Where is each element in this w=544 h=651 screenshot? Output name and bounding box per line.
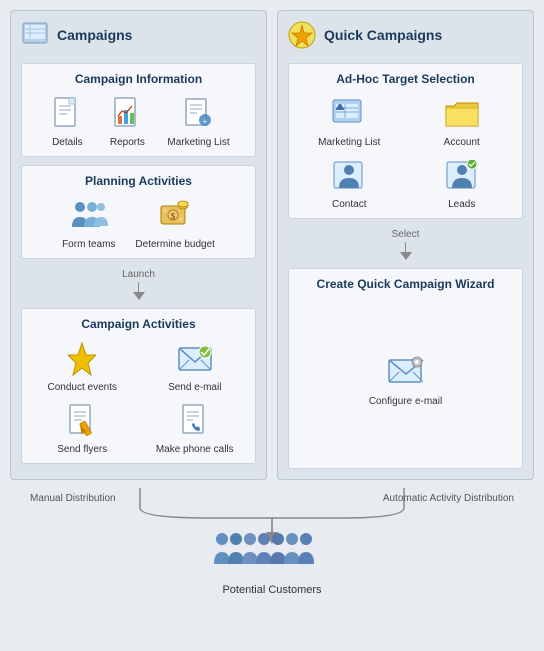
bottom-section: Manual Distribution Automatic Activity D… — [10, 488, 534, 638]
distribution-labels: Manual Distribution Automatic Activity D… — [10, 493, 534, 504]
top-section: Campaigns Campaign Information — [10, 10, 534, 480]
manual-dist-label: Manual Distribution — [30, 493, 116, 504]
quick-campaigns-header: Quick Campaigns — [288, 21, 523, 55]
budget-icon: $ — [155, 196, 195, 236]
send-email-item: Send e-mail — [168, 339, 221, 393]
details-label: Details — [52, 137, 83, 148]
campaign-info-icons: Details Report — [30, 94, 247, 148]
adhoc-contact-icon — [329, 156, 369, 196]
adhoc-account-icon — [442, 94, 482, 134]
marketing-list-label: Marketing List — [167, 137, 229, 148]
adhoc-mkt-list-item: Marketing List — [318, 94, 380, 148]
form-teams-icon — [69, 196, 109, 236]
svg-text:+: + — [202, 117, 207, 126]
campaigns-panel-icon — [21, 21, 49, 49]
left-panel: Campaigns Campaign Information — [10, 10, 267, 480]
main-container: Campaigns Campaign Information — [0, 0, 544, 651]
send-email-icon — [175, 339, 215, 379]
send-email-label: Send e-mail — [168, 382, 221, 393]
adhoc-title: Ad-Hoc Target Selection — [297, 72, 514, 86]
campaign-info-title: Campaign Information — [30, 72, 247, 86]
campaigns-title: Campaigns — [57, 27, 132, 43]
wizard-title: Create Quick Campaign Wizard — [297, 277, 514, 291]
send-flyers-label: Send flyers — [57, 444, 107, 455]
customers-icon — [212, 524, 332, 579]
activities-icons: Conduct events — [30, 339, 247, 455]
activities-section: Campaign Activities Conduct events — [21, 308, 256, 464]
marketing-list-icon: + — [179, 94, 219, 134]
quick-campaigns-title: Quick Campaigns — [324, 27, 442, 43]
adhoc-contact-item: Contact — [329, 156, 369, 210]
campaigns-header: Campaigns — [21, 21, 256, 55]
form-teams-label: Form teams — [62, 239, 115, 250]
select-arrow: Select — [288, 227, 523, 260]
details-icon — [47, 94, 87, 134]
phone-calls-icon — [175, 401, 215, 441]
launch-arrow: Launch — [21, 267, 256, 300]
svg-text:$: $ — [171, 212, 176, 221]
planning-title: Planning Activities — [30, 174, 247, 188]
budget-label: Determine budget — [135, 239, 215, 250]
adhoc-mkt-list-icon — [329, 94, 369, 134]
configure-email-label: Configure e-mail — [369, 396, 442, 407]
right-panel: Quick Campaigns Ad-Hoc Target Selection — [277, 10, 534, 480]
reports-icon — [107, 94, 147, 134]
configure-email-icon — [386, 353, 426, 393]
adhoc-contact-label: Contact — [332, 199, 366, 210]
auto-dist-label: Automatic Activity Distribution — [383, 493, 514, 504]
wizard-icons: Configure e-mail — [297, 353, 514, 407]
quick-campaigns-panel-icon — [288, 21, 316, 49]
select-label: Select — [392, 227, 420, 242]
adhoc-section: Ad-Hoc Target Selection — [288, 63, 523, 219]
customers-label: Potential Customers — [222, 584, 321, 596]
phone-calls-item: Make phone calls — [156, 401, 234, 455]
planning-section: Planning Activities — [21, 165, 256, 259]
conduct-events-label: Conduct events — [48, 382, 118, 393]
launch-label: Launch — [122, 267, 155, 282]
adhoc-leads-label: Leads — [448, 199, 475, 210]
conduct-events-item: Conduct events — [48, 339, 118, 393]
adhoc-icons: Marketing List Account — [297, 94, 514, 210]
phone-calls-label: Make phone calls — [156, 444, 234, 455]
send-flyers-icon — [62, 401, 102, 441]
form-teams-item: Form teams — [62, 196, 115, 250]
wizard-section: Create Quick Campaign Wizard — [288, 268, 523, 469]
marketing-list-item: + Marketing List — [167, 94, 229, 148]
conduct-events-icon — [62, 339, 102, 379]
reports-item: Reports — [107, 94, 147, 148]
adhoc-mkt-list-label: Marketing List — [318, 137, 380, 148]
adhoc-leads-icon — [442, 156, 482, 196]
reports-label: Reports — [110, 137, 145, 148]
adhoc-leads-item: Leads — [442, 156, 482, 210]
activities-title: Campaign Activities — [30, 317, 247, 331]
details-item: Details — [47, 94, 87, 148]
adhoc-account-label: Account — [444, 137, 480, 148]
send-flyers-item: Send flyers — [57, 401, 107, 455]
campaign-info-section: Campaign Information — [21, 63, 256, 157]
budget-item: $ Determine budget — [135, 196, 215, 250]
planning-icons: Form teams $ — [30, 196, 247, 250]
customers-section: Potential Customers — [212, 524, 332, 596]
adhoc-account-item: Account — [442, 94, 482, 148]
configure-email-item: Configure e-mail — [369, 353, 442, 407]
